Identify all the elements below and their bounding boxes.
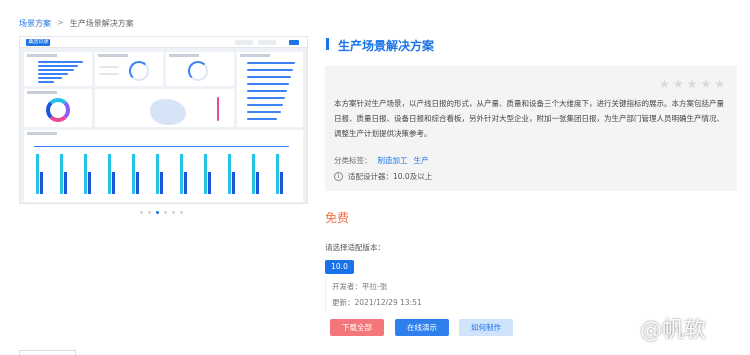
preview-card-map (95, 89, 234, 127)
preview-card-ranking (237, 52, 303, 127)
breadcrumb-link-scenarios[interactable]: 场景方案 (19, 18, 51, 29)
carousel-dot[interactable] (148, 211, 151, 214)
download-all-button[interactable]: 下载全部 (330, 319, 384, 336)
tag-production[interactable]: 生产 (414, 155, 429, 166)
online-demo-button[interactable]: 在线演示 (395, 319, 449, 336)
tags-label: 分类标签： (334, 156, 372, 165)
title-accent-bar (326, 38, 329, 50)
carousel-dot[interactable] (180, 211, 183, 214)
meta-info: 开发者：平拉-张 更新：2021/12/29 13:51 (325, 279, 737, 313)
breadcrumb-separator: > (57, 18, 64, 27)
preview-control (235, 40, 253, 45)
carousel-dot-active[interactable] (156, 211, 159, 214)
compatibility-text: 适配设计器：10.0及以上 (348, 172, 433, 181)
version-select-label: 请选择适配版本： (325, 243, 385, 252)
preview-logo: 集团日报 (26, 39, 50, 46)
star-icon[interactable]: ★ (714, 78, 725, 90)
preview-query-button (289, 40, 299, 45)
star-icon[interactable]: ★ (659, 78, 670, 90)
preview-card-trend (24, 130, 303, 202)
carousel-dot[interactable] (140, 211, 143, 214)
preview-next-arrow-icon[interactable]: › (296, 125, 301, 139)
preview-card-equipment (166, 52, 234, 86)
dashboard-preview-image[interactable]: 集团日报 › (19, 36, 308, 204)
preview-topbar: 集团日报 (20, 37, 307, 48)
price-label: 免费 (325, 211, 350, 225)
version-option-10[interactable]: 10.0 (325, 260, 354, 274)
developer-text: 开发者：平拉-张 (332, 282, 388, 291)
updated-text: 更新：2021/12/29 13:51 (332, 298, 422, 307)
star-icon[interactable]: ★ (673, 78, 684, 90)
star-icon[interactable]: ★ (700, 78, 711, 90)
preview-card-output (24, 52, 92, 86)
breadcrumb-current: 生产场景解决方案 (69, 19, 134, 28)
preview-control (258, 40, 276, 45)
preview-carousel-dots (140, 211, 183, 214)
page-title: 生产场景解决方案 (338, 39, 435, 53)
how-to-make-button[interactable]: 如何制作 (459, 319, 513, 336)
compatibility-row: i 适配设计器：10.0及以上 (334, 171, 432, 182)
preview-card-quality (95, 52, 163, 86)
product-description: 本方案针对生产场景，以产线日报的形式，从产量、质量和设备三个大维度下，进行关键指… (334, 99, 724, 138)
tag-row: 分类标签： 制造加工 生产 (334, 155, 429, 166)
info-box: ★ ★ ★ ★ ★ 本方案针对生产场景，以产线日报的形式，从产量、质量和设备三个… (325, 66, 737, 191)
info-icon: i (334, 172, 343, 181)
watermark: @帆软 (640, 318, 707, 343)
star-icon[interactable]: ★ (687, 78, 698, 90)
rating-stars[interactable]: ★ ★ ★ ★ ★ (659, 78, 725, 90)
preview-card-donut (24, 89, 92, 127)
carousel-dot[interactable] (172, 211, 175, 214)
tag-manufacturing[interactable]: 制造加工 (378, 155, 408, 166)
breadcrumb: 场景方案 > 生产场景解决方案 (19, 18, 134, 29)
bottom-tab[interactable] (19, 350, 76, 355)
carousel-dot[interactable] (164, 211, 167, 214)
